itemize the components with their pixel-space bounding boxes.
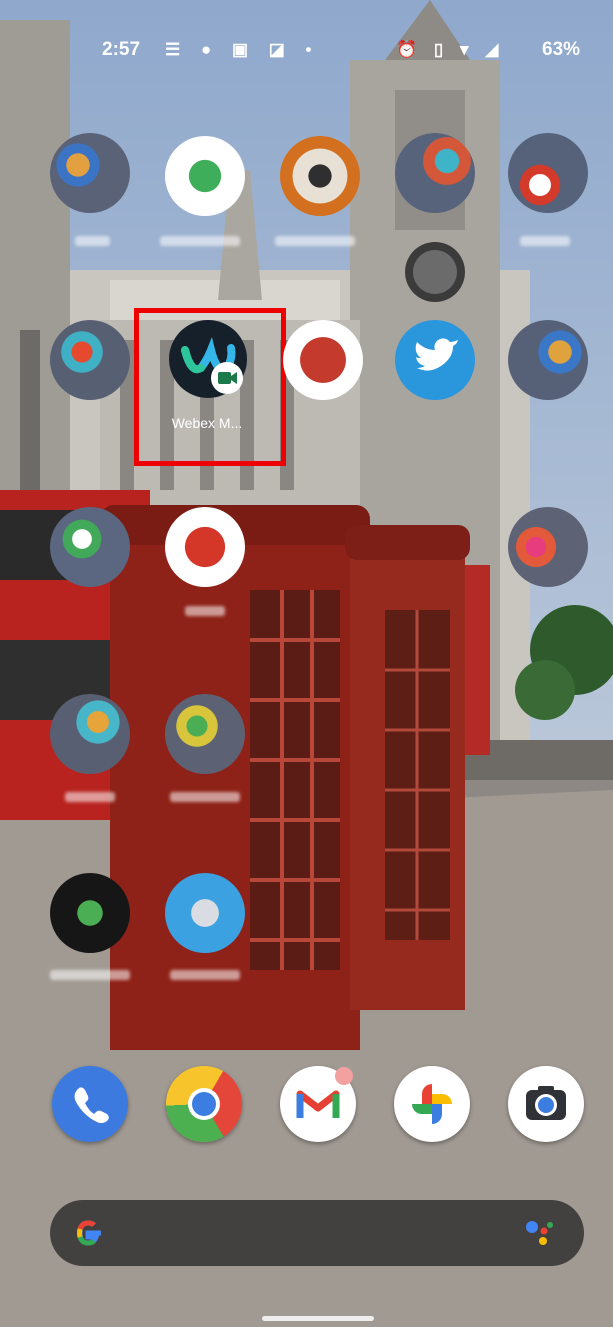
app-folder-5[interactable] bbox=[508, 133, 588, 213]
app-label-blurred bbox=[170, 970, 240, 980]
app-folder-6[interactable] bbox=[50, 320, 130, 400]
photos-app-icon[interactable] bbox=[394, 1066, 470, 1142]
app-label-blurred bbox=[275, 236, 355, 246]
app-folder-15[interactable] bbox=[165, 694, 245, 774]
app-label-blurred bbox=[50, 970, 130, 980]
app-label-blurred bbox=[170, 792, 240, 802]
app-icon-12[interactable] bbox=[165, 507, 245, 587]
app-icon-16[interactable] bbox=[50, 873, 130, 953]
app-label-blurred bbox=[65, 792, 115, 802]
phone-app-icon[interactable] bbox=[52, 1066, 128, 1142]
app-folder-4[interactable] bbox=[395, 133, 475, 213]
app-label-blurred bbox=[160, 236, 240, 246]
assistant-icon[interactable] bbox=[520, 1213, 560, 1253]
phone-icon bbox=[74, 1087, 109, 1124]
app-folder-10[interactable] bbox=[508, 320, 588, 400]
app-label-blurred bbox=[75, 236, 110, 246]
app-icon-3[interactable] bbox=[280, 136, 360, 216]
pinwheel-icon bbox=[412, 1084, 452, 1124]
home-screen: 2:57 ☰ ● ▣ ◪ • ⏰ ▯ ▾ ◢ 63% Webex M... bbox=[0, 0, 613, 1327]
google-search-bar[interactable]: G bbox=[50, 1200, 584, 1266]
camera-icon bbox=[526, 1086, 566, 1120]
app-folder-11[interactable] bbox=[50, 507, 130, 587]
twitter-icon[interactable] bbox=[395, 320, 475, 400]
webex-logo-icon bbox=[181, 337, 243, 394]
app-folder-1[interactable] bbox=[50, 133, 130, 213]
battery-level: 63% bbox=[542, 39, 581, 60]
google-g-icon bbox=[77, 1220, 101, 1246]
app-icon-2[interactable] bbox=[165, 136, 245, 216]
app-icon-8[interactable] bbox=[283, 320, 363, 400]
status-bar: 2:57 ☰ ● ▣ ◪ • ⏰ ▯ ▾ ◢ 63% bbox=[0, 34, 613, 68]
notification-icons: ☰ ● ▣ ◪ • bbox=[165, 40, 320, 59]
app-folder-13[interactable] bbox=[508, 507, 588, 587]
app-icon-17[interactable] bbox=[165, 873, 245, 953]
status-time: 2:57 bbox=[102, 39, 141, 60]
system-status-icons: ⏰ ▯ ▾ ◢ bbox=[396, 40, 505, 59]
bird-icon bbox=[415, 338, 458, 371]
chrome-icon bbox=[188, 1088, 220, 1120]
webex-meetings-icon[interactable] bbox=[169, 320, 247, 398]
webex-meetings-label: Webex M... bbox=[171, 415, 243, 431]
app-label-blurred bbox=[185, 606, 225, 616]
gesture-nav-handle[interactable] bbox=[262, 1316, 374, 1321]
gmail-app-icon[interactable] bbox=[280, 1066, 356, 1142]
app-folder-14[interactable] bbox=[50, 694, 130, 774]
camera-app-icon[interactable] bbox=[508, 1066, 584, 1142]
chrome-app-icon[interactable] bbox=[166, 1066, 242, 1142]
app-label-blurred bbox=[520, 236, 570, 246]
gmail-icon bbox=[296, 1067, 353, 1118]
